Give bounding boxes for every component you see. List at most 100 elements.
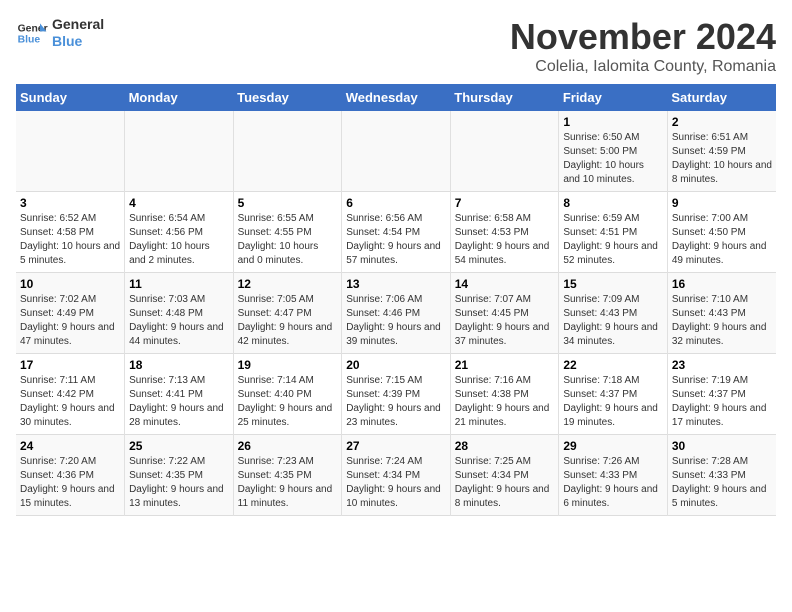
calendar-cell: 12 Sunrise: 7:05 AMSunset: 4:47 PMDayligh…: [233, 273, 342, 354]
calendar-cell: 23 Sunrise: 7:19 AMSunset: 4:37 PMDayligh…: [667, 354, 776, 435]
calendar-cell: [450, 111, 559, 192]
weekday-header-thursday: Thursday: [450, 84, 559, 111]
day-number: 7: [455, 196, 555, 210]
weekday-header-wednesday: Wednesday: [342, 84, 451, 111]
calendar-cell: 2Sunrise: 6:51 AMSunset: 4:59 PMDaylight…: [667, 111, 776, 192]
week-row-4: 17 Sunrise: 7:11 AMSunset: 4:42 PMDayligh…: [16, 354, 776, 435]
day-number: 12: [238, 277, 338, 291]
day-info: Sunrise: 7:09 AMSunset: 4:43 PMDaylight:…: [563, 293, 663, 349]
weekday-header-sunday: Sunday: [16, 84, 125, 111]
calendar-cell: 18Sunrise: 7:13 AMSunset: 4:41 PMDayligh…: [125, 354, 234, 435]
week-row-1: 1Sunrise: 6:50 AMSunset: 5:00 PMDaylight…: [16, 111, 776, 192]
day-info: Sunrise: 7:05 AMSunset: 4:47 PMDaylight:…: [238, 293, 338, 349]
calendar-cell: 25Sunrise: 7:22 AMSunset: 4:35 PMDayligh…: [125, 435, 234, 516]
weekday-header-friday: Friday: [559, 84, 668, 111]
calendar-cell: 7 Sunrise: 6:58 AMSunset: 4:53 PMDaylight…: [450, 192, 559, 273]
day-info: Sunrise: 7:19 AMSunset: 4:37 PMDaylight:…: [672, 374, 772, 430]
day-info: Sunrise: 6:59 AMSunset: 4:51 PMDaylight:…: [563, 212, 663, 268]
day-number: 29: [563, 439, 663, 453]
day-info: Sunrise: 7:11 AMSunset: 4:42 PMDaylight:…: [20, 374, 120, 430]
calendar-cell: 9 Sunrise: 7:00 AMSunset: 4:50 PMDaylight…: [667, 192, 776, 273]
day-number: 5: [238, 196, 338, 210]
weekday-header-row: SundayMondayTuesdayWednesdayThursdayFrid…: [16, 84, 776, 111]
calendar-cell: 26Sunrise: 7:23 AMSunset: 4:35 PMDayligh…: [233, 435, 342, 516]
calendar-cell: 1Sunrise: 6:50 AMSunset: 5:00 PMDaylight…: [559, 111, 668, 192]
day-info: Sunrise: 7:03 AMSunset: 4:48 PMDaylight:…: [129, 293, 229, 349]
calendar-cell: 14Sunrise: 7:07 AMSunset: 4:45 PMDayligh…: [450, 273, 559, 354]
calendar-cell: 8 Sunrise: 6:59 AMSunset: 4:51 PMDaylight…: [559, 192, 668, 273]
day-info: Sunrise: 7:18 AMSunset: 4:37 PMDaylight:…: [563, 374, 663, 430]
day-number: 10: [20, 277, 120, 291]
day-info: Sunrise: 7:16 AMSunset: 4:38 PMDaylight:…: [455, 374, 555, 430]
calendar-header: SundayMondayTuesdayWednesdayThursdayFrid…: [16, 84, 776, 111]
day-info: Sunrise: 6:58 AMSunset: 4:53 PMDaylight:…: [455, 212, 555, 268]
subtitle: Colelia, Ialomita County, Romania: [510, 58, 776, 76]
day-number: 22: [563, 358, 663, 372]
day-info: Sunrise: 7:25 AMSunset: 4:34 PMDaylight:…: [455, 455, 555, 511]
calendar-cell: 27Sunrise: 7:24 AMSunset: 4:34 PMDayligh…: [342, 435, 451, 516]
calendar-cell: 6Sunrise: 6:56 AMSunset: 4:54 PMDaylight…: [342, 192, 451, 273]
week-row-5: 24 Sunrise: 7:20 AMSunset: 4:36 PMDayligh…: [16, 435, 776, 516]
title-area: November 2024 Colelia, Ialomita County, …: [510, 16, 776, 76]
week-row-2: 3 Sunrise: 6:52 AMSunset: 4:58 PMDaylight…: [16, 192, 776, 273]
day-number: 3: [20, 196, 120, 210]
month-title: November 2024: [510, 16, 776, 58]
calendar-cell: 29Sunrise: 7:26 AMSunset: 4:33 PMDayligh…: [559, 435, 668, 516]
calendar-body: 1Sunrise: 6:50 AMSunset: 5:00 PMDaylight…: [16, 111, 776, 516]
day-info: Sunrise: 6:52 AMSunset: 4:58 PMDaylight:…: [20, 212, 120, 268]
calendar-cell: 15 Sunrise: 7:09 AMSunset: 4:43 PMDayligh…: [559, 273, 668, 354]
logo-icon: General Blue: [16, 17, 48, 49]
day-info: Sunrise: 7:20 AMSunset: 4:36 PMDaylight:…: [20, 455, 120, 511]
day-number: 9: [672, 196, 772, 210]
day-number: 23: [672, 358, 772, 372]
day-number: 19: [238, 358, 338, 372]
day-info: Sunrise: 7:06 AMSunset: 4:46 PMDaylight:…: [346, 293, 446, 349]
day-number: 11: [129, 277, 229, 291]
day-number: 18: [129, 358, 229, 372]
day-info: Sunrise: 7:07 AMSunset: 4:45 PMDaylight:…: [455, 293, 555, 349]
calendar-cell: 3 Sunrise: 6:52 AMSunset: 4:58 PMDaylight…: [16, 192, 125, 273]
day-number: 15: [563, 277, 663, 291]
logo-blue: Blue: [52, 33, 104, 50]
calendar-cell: 17 Sunrise: 7:11 AMSunset: 4:42 PMDayligh…: [16, 354, 125, 435]
day-info: Sunrise: 7:00 AMSunset: 4:50 PMDaylight:…: [672, 212, 772, 268]
calendar-cell: 19 Sunrise: 7:14 AMSunset: 4:40 PMDayligh…: [233, 354, 342, 435]
day-info: Sunrise: 7:14 AMSunset: 4:40 PMDaylight:…: [238, 374, 338, 430]
day-number: 21: [455, 358, 555, 372]
day-number: 16: [672, 277, 772, 291]
calendar-cell: 16 Sunrise: 7:10 AMSunset: 4:43 PMDayligh…: [667, 273, 776, 354]
calendar-cell: 13Sunrise: 7:06 AMSunset: 4:46 PMDayligh…: [342, 273, 451, 354]
day-number: 28: [455, 439, 555, 453]
day-number: 20: [346, 358, 446, 372]
calendar-cell: 30 Sunrise: 7:28 AMSunset: 4:33 PMDayligh…: [667, 435, 776, 516]
day-info: Sunrise: 7:28 AMSunset: 4:33 PMDaylight:…: [672, 455, 772, 511]
calendar-cell: 20 Sunrise: 7:15 AMSunset: 4:39 PMDayligh…: [342, 354, 451, 435]
day-info: Sunrise: 6:56 AMSunset: 4:54 PMDaylight:…: [346, 212, 446, 268]
calendar-cell: 28 Sunrise: 7:25 AMSunset: 4:34 PMDayligh…: [450, 435, 559, 516]
calendar-table: SundayMondayTuesdayWednesdayThursdayFrid…: [16, 84, 776, 516]
day-info: Sunrise: 7:02 AMSunset: 4:49 PMDaylight:…: [20, 293, 120, 349]
day-info: Sunrise: 7:10 AMSunset: 4:43 PMDaylight:…: [672, 293, 772, 349]
day-number: 1: [563, 115, 663, 129]
week-row-3: 10 Sunrise: 7:02 AMSunset: 4:49 PMDayligh…: [16, 273, 776, 354]
day-info: Sunrise: 6:55 AMSunset: 4:55 PMDaylight:…: [238, 212, 338, 268]
calendar-cell: 5 Sunrise: 6:55 AMSunset: 4:55 PMDaylight…: [233, 192, 342, 273]
day-info: Sunrise: 7:15 AMSunset: 4:39 PMDaylight:…: [346, 374, 446, 430]
calendar-cell: [342, 111, 451, 192]
calendar-cell: 22 Sunrise: 7:18 AMSunset: 4:37 PMDayligh…: [559, 354, 668, 435]
svg-text:Blue: Blue: [18, 34, 41, 45]
day-number: 26: [238, 439, 338, 453]
weekday-header-monday: Monday: [125, 84, 234, 111]
calendar-cell: 10 Sunrise: 7:02 AMSunset: 4:49 PMDayligh…: [16, 273, 125, 354]
day-info: Sunrise: 6:51 AMSunset: 4:59 PMDaylight:…: [672, 131, 772, 187]
calendar-cell: 24 Sunrise: 7:20 AMSunset: 4:36 PMDayligh…: [16, 435, 125, 516]
calendar-cell: [125, 111, 234, 192]
day-info: Sunrise: 7:24 AMSunset: 4:34 PMDaylight:…: [346, 455, 446, 511]
day-number: 24: [20, 439, 120, 453]
weekday-header-tuesday: Tuesday: [233, 84, 342, 111]
day-number: 8: [563, 196, 663, 210]
day-number: 30: [672, 439, 772, 453]
day-number: 17: [20, 358, 120, 372]
calendar-cell: 11 Sunrise: 7:03 AMSunset: 4:48 PMDayligh…: [125, 273, 234, 354]
day-info: Sunrise: 7:22 AMSunset: 4:35 PMDaylight:…: [129, 455, 229, 511]
